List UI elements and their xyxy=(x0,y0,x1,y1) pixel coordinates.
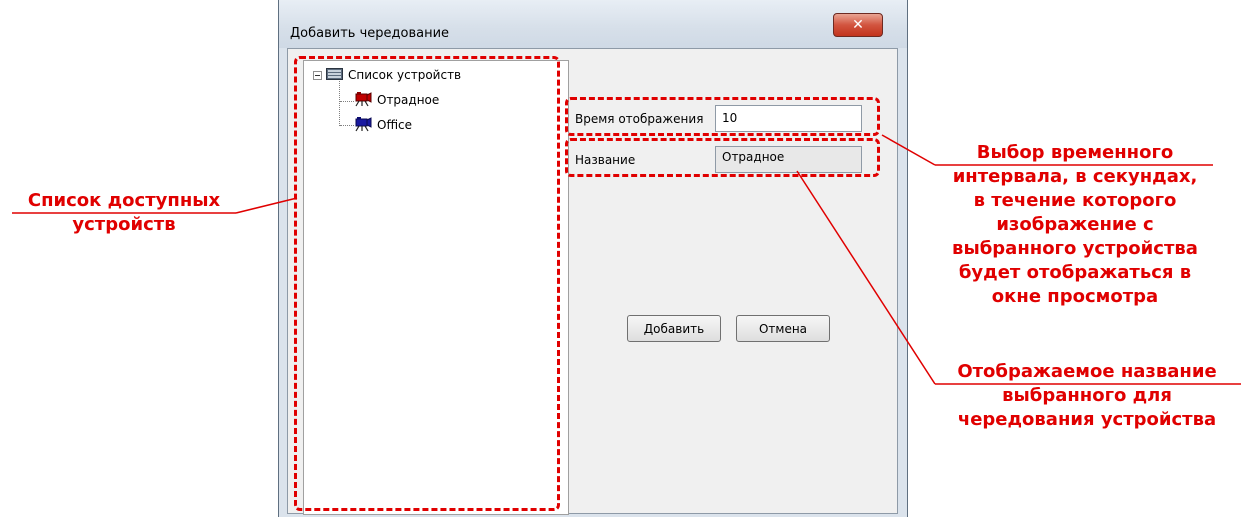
callout-line: окне просмотра xyxy=(991,286,1159,307)
callout-line: Выбор временного xyxy=(976,142,1174,163)
callout-line: Отображаемое название xyxy=(957,361,1217,382)
callout-line: интервала, в секундах, xyxy=(952,166,1198,187)
callout-line: устройств xyxy=(72,214,176,235)
callout-line: в течение которого xyxy=(973,190,1177,211)
device-list-callout: Список доступных устройств xyxy=(8,189,240,237)
callout-line: изображение с xyxy=(996,214,1154,235)
callout-line: чередования устройства xyxy=(957,409,1217,430)
callout-line: будет отображаться в xyxy=(958,262,1192,283)
callout-line: выбранного для xyxy=(1002,385,1172,406)
display-name-callout: Отображаемое название выбранного для чер… xyxy=(930,360,1244,432)
callout-line: выбранного устройства xyxy=(952,238,1198,259)
time-interval-callout: Выбор временного интервала, в секундах, … xyxy=(930,141,1220,309)
callout-line: Список доступных xyxy=(27,190,221,211)
